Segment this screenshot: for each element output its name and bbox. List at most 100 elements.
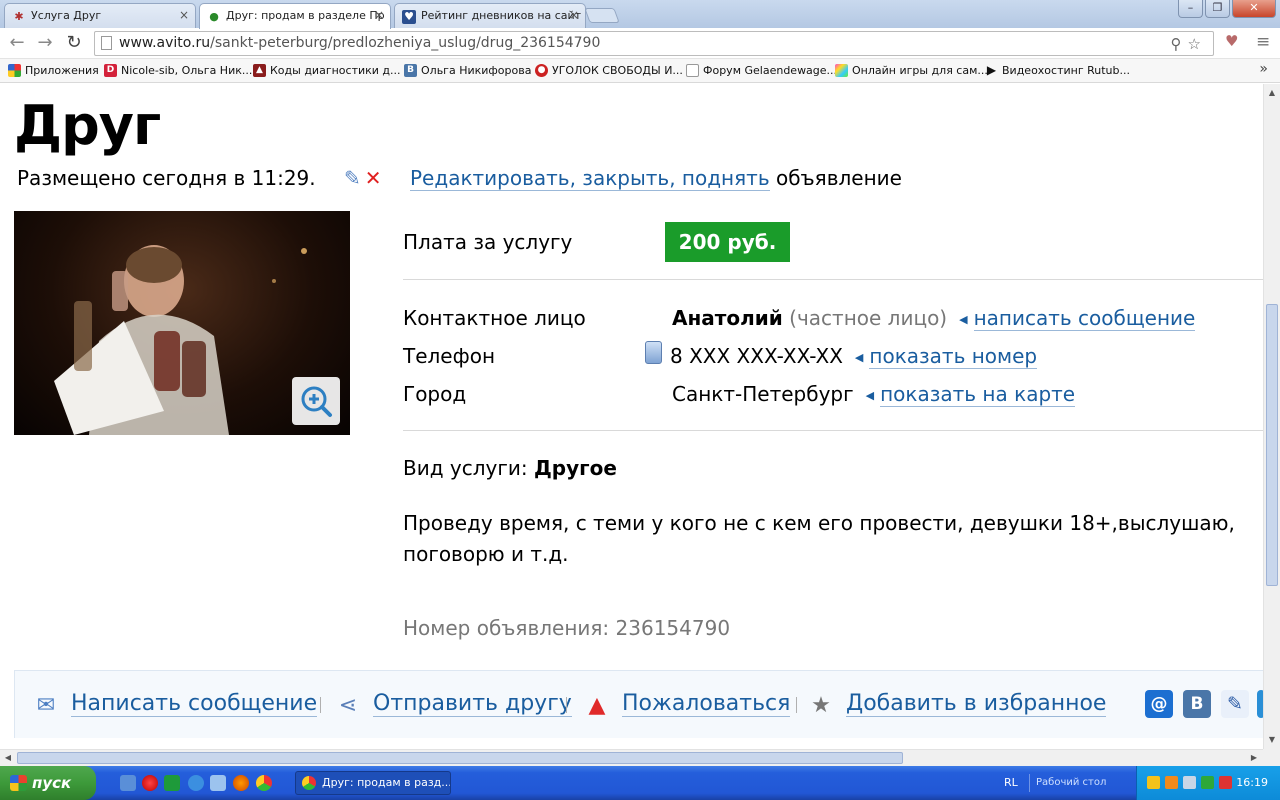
listing-description: Проведу время, с теми у кого не с кем ег…	[403, 511, 1235, 566]
edit-close-raise-link[interactable]: Редактировать, закрыть, поднять	[410, 166, 770, 191]
bookmark-codes[interactable]: ▲ Коды диагностики д...	[253, 63, 401, 79]
contact-value: Анатолий (частное лицо) ◀ написать сообщен…	[672, 305, 1196, 333]
tray-app-icon[interactable]	[1165, 776, 1178, 789]
firefox-icon[interactable]	[233, 775, 249, 791]
reload-icon[interactable]: ↻	[63, 32, 85, 54]
vk-icon: В	[404, 64, 417, 77]
bookmark-label: Коды диагностики д...	[270, 64, 401, 77]
bookmark-label: УГОЛОК СВОБОДЫ И...	[552, 64, 683, 77]
language-indicator[interactable]: RL	[1004, 776, 1018, 789]
browser-tab-bar: ✱ Услуга Друг × ● Друг: продам в разделе…	[0, 0, 1280, 29]
city-label: Город	[403, 382, 467, 406]
chrome-icon	[302, 776, 316, 790]
contact-type: (частное лицо)	[789, 306, 948, 330]
bookmarks-more-icon[interactable]: »	[1259, 61, 1268, 77]
bookmark-apps[interactable]: Приложения	[8, 63, 99, 79]
system-tray: 16:19	[1136, 766, 1280, 800]
triangle-left-icon: ◀	[959, 313, 968, 326]
write-message-action[interactable]: ✉ Написать сообщение	[33, 690, 318, 720]
city-value: Санкт-Петербург	[672, 382, 854, 406]
browser-red-icon[interactable]	[142, 775, 158, 791]
tab-close-icon[interactable]: ×	[179, 8, 189, 22]
zoom-in-icon[interactable]	[292, 377, 340, 425]
avito-favicon-icon: ●	[209, 10, 219, 23]
complain-link[interactable]: Пожаловаться	[622, 691, 791, 717]
bookmark-label: Ольга Никифорова	[421, 64, 532, 77]
show-on-map-link[interactable]: показать на карте	[880, 382, 1076, 407]
network-icon[interactable]	[1183, 776, 1196, 789]
add-favorite-link[interactable]: Добавить в избранное	[846, 691, 1107, 717]
vk-icon[interactable]: В	[1183, 690, 1211, 718]
horizontal-scroll-thumb[interactable]	[17, 752, 903, 764]
task-title: Друг: продам в разд...	[322, 776, 451, 789]
send-to-friend-action[interactable]: ⋖ Отправить другу	[335, 690, 572, 720]
chrome-icon[interactable]	[256, 775, 272, 791]
tray-green-icon[interactable]	[1201, 776, 1214, 789]
car-icon: ▲	[253, 64, 266, 77]
tab-1[interactable]: ✱ Услуга Друг ×	[4, 3, 196, 28]
edit-line: Редактировать, закрыть, поднять объявлен…	[410, 165, 902, 191]
bookmark-forum[interactable]: Форум Gelaendewage...	[686, 63, 837, 79]
bookmark-rutube[interactable]: ▶ Видеохостинг Rutub...	[985, 63, 1130, 79]
shield-icon[interactable]	[1147, 776, 1160, 789]
restore-icon[interactable]: ❐	[1205, 0, 1230, 18]
minimize-icon[interactable]: –	[1178, 0, 1203, 18]
horizontal-scrollbar[interactable]: ◀ ▶	[0, 749, 1263, 766]
windows-flag-icon	[10, 775, 27, 791]
taskbar-chrome-window[interactable]: Друг: продам в разд...	[295, 771, 451, 795]
listing-photo[interactable]	[14, 211, 350, 435]
write-message-action-link[interactable]: Написать сообщение	[71, 691, 318, 717]
scroll-left-icon[interactable]: ◀	[1, 751, 15, 765]
add-favorite-action[interactable]: ★ Добавить в избранное	[808, 690, 1107, 720]
forward-arrow-icon[interactable]: →	[34, 32, 56, 54]
menu-icon[interactable]: ≡	[1256, 32, 1270, 52]
zoom-magnifier-icon[interactable]: ⚲	[1171, 35, 1188, 53]
internet-explorer-icon[interactable]	[188, 775, 204, 791]
mailru-icon[interactable]: @	[1145, 690, 1173, 718]
city-value-row: Санкт-Петербург ◀ показать на карте	[672, 381, 1076, 409]
service-type-value: Другое	[533, 456, 617, 480]
start-button[interactable]: пуск	[0, 766, 96, 800]
tab-2-title: Друг: продам в разделе Пр	[226, 9, 385, 22]
service-type-label: Вид услуги:	[403, 456, 528, 480]
antivirus-icon[interactable]	[1219, 776, 1232, 789]
scroll-up-icon[interactable]: ▲	[1265, 86, 1279, 100]
show-desktop-icon[interactable]	[120, 775, 136, 791]
separator	[566, 697, 567, 713]
play-icon: ▶	[986, 63, 997, 77]
window-controls: – ❐ ✕	[1178, 0, 1276, 18]
new-tab-button[interactable]	[584, 8, 620, 23]
bookmark-nicole[interactable]: D Nicole-sib, Ольга Ник...	[104, 63, 252, 79]
pencil-icon[interactable]: ✎	[344, 166, 361, 190]
bookmark-olga[interactable]: В Ольга Никифорова	[404, 63, 531, 79]
scroll-down-icon[interactable]: ▼	[1265, 733, 1279, 747]
mobile-phone-icon	[645, 341, 662, 364]
complain-action[interactable]: ▲ Пожаловаться	[584, 690, 791, 720]
livejournal-pencil-icon[interactable]: ✎	[1221, 690, 1249, 718]
edit-suffix: объявление	[775, 166, 902, 190]
tab-close-icon[interactable]: ×	[569, 8, 579, 22]
show-number-link[interactable]: показать номер	[869, 344, 1038, 369]
address-bar[interactable]: www.avito.ru/sankt-peterburg/predlozheni…	[94, 31, 1214, 56]
bookmark-star-icon[interactable]: ☆	[1188, 35, 1207, 53]
apps-grid-icon	[8, 64, 21, 77]
page-icon	[101, 36, 112, 50]
vertical-scrollbar[interactable]: ▲ ▼	[1263, 84, 1280, 749]
close-window-icon[interactable]: ✕	[1232, 0, 1276, 18]
computer-icon[interactable]	[210, 775, 226, 791]
tab-3[interactable]: ♥ Рейтинг дневников на сайт ×	[394, 3, 586, 28]
bookmarks-bar: Приложения D Nicole-sib, Ольга Ник... ▲ …	[0, 59, 1280, 83]
vertical-scroll-thumb[interactable]	[1266, 304, 1278, 586]
tab-2-active[interactable]: ● Друг: продам в разделе Пр ×	[199, 3, 391, 29]
back-arrow-icon[interactable]: ←	[6, 32, 28, 54]
scroll-right-icon[interactable]: ▶	[1247, 751, 1261, 765]
tab-close-icon[interactable]: ×	[374, 8, 384, 22]
write-message-link[interactable]: написать сообщение	[973, 306, 1196, 331]
bookmark-games[interactable]: Онлайн игры для сам...	[835, 63, 988, 79]
close-icon[interactable]: ✕	[365, 166, 382, 190]
send-to-friend-link[interactable]: Отправить другу	[373, 691, 572, 717]
desktop-toolbar[interactable]: Рабочий стол	[1029, 774, 1129, 792]
green-app-icon[interactable]	[164, 775, 180, 791]
bookmark-ugolok[interactable]: ● УГОЛОК СВОБОДЫ И...	[535, 63, 683, 79]
extension-heart-icon[interactable]: ♥	[1225, 32, 1238, 50]
